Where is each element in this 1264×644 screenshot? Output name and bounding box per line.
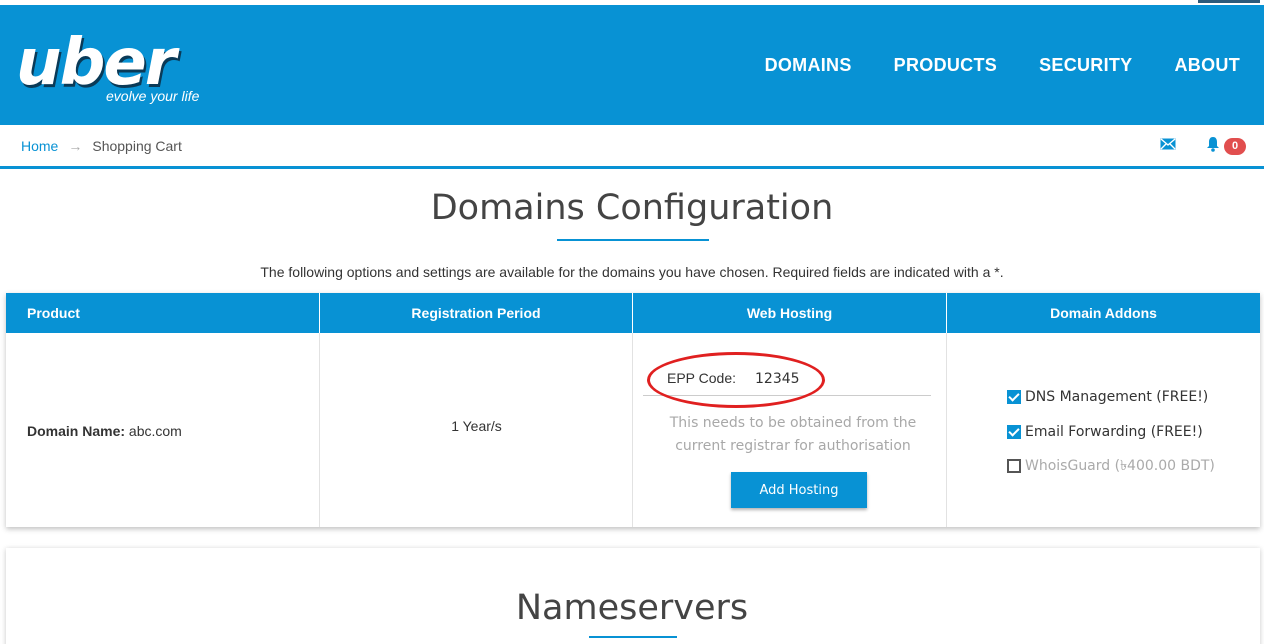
intro-text: The following options and settings are a… [260, 264, 1004, 280]
header-domain-addons: Domain Addons [1050, 305, 1157, 321]
breadcrumb-separator: → [68, 138, 83, 154]
header-web-hosting: Web Hosting [633, 293, 947, 333]
domain-name-value: abc.com [128, 423, 182, 439]
breadcrumb-bar: Home → Shopping Cart 0 [0, 125, 1264, 169]
nav-about[interactable]: ABOUT [1175, 55, 1241, 76]
domain-config-table: Product Registration Period Web Hosting … [6, 293, 1260, 527]
breadcrumb: Home → Shopping Cart [21, 138, 182, 154]
addon-label: DNS Management (FREE!) [1025, 389, 1209, 405]
checkbox-checked[interactable] [1007, 390, 1021, 404]
addon-dns-management[interactable]: DNS Management (FREE!) [1007, 389, 1208, 405]
breadcrumb-current: Shopping Cart [92, 138, 182, 154]
red-highlight-circle [647, 352, 825, 408]
envelope-icon[interactable] [1160, 138, 1176, 150]
checkbox-unchecked[interactable] [1007, 459, 1021, 473]
bell-icon [1207, 137, 1219, 152]
domain-name: Domain Name: abc.com [27, 423, 182, 439]
epp-help-text: This needs to be obtained from the curre… [669, 415, 917, 454]
main-nav: DOMAINS PRODUCTS SECURITY ABOUT [765, 55, 1240, 76]
addon-label: Email Forwarding (FREE!) [1025, 424, 1203, 440]
nav-products[interactable]: PRODUCTS [894, 55, 997, 76]
page-title: Domains Configuration [430, 188, 834, 228]
addon-email-forwarding[interactable]: Email Forwarding (FREE!) [1007, 424, 1203, 440]
header-product: Product [6, 293, 320, 333]
table-row: Domain Name: abc.com 1 Year/s EPP Code: … [6, 333, 1260, 527]
top-strip-mark [1198, 0, 1260, 3]
cell-registration-period: 1 Year/s [320, 333, 633, 527]
add-hosting-button[interactable]: Add Hosting [731, 472, 867, 508]
breadcrumb-home[interactable]: Home [21, 138, 58, 154]
logo-tagline: evolve your life [106, 88, 200, 104]
registration-period: 1 Year/s [451, 418, 502, 434]
nameservers-title: Nameservers [515, 588, 749, 628]
cell-domain-addons: DNS Management (FREE!) Email Forwarding … [947, 333, 1260, 527]
nameservers-underline [589, 636, 677, 638]
checkbox-checked[interactable] [1007, 425, 1021, 439]
addon-whoisguard[interactable]: WhoisGuard (৳400.00 BDT) [1007, 454, 1215, 478]
title-underline [557, 239, 709, 241]
notification-count-badge: 0 [1224, 138, 1246, 155]
uber-logo[interactable]: uber evolve your life [16, 31, 216, 109]
epp-code-field: EPP Code: [643, 352, 931, 408]
nav-domains[interactable]: DOMAINS [765, 55, 852, 76]
cell-web-hosting: EPP Code: This needs to be obtained from… [633, 333, 947, 527]
notifications[interactable]: 0 [1206, 136, 1246, 156]
table-header: Product Registration Period Web Hosting … [6, 293, 1260, 333]
addon-label: WhoisGuard (৳400.00 BDT) [1025, 458, 1215, 474]
nav-security[interactable]: SECURITY [1039, 55, 1132, 76]
site-header: uber evolve your life DOMAINS PRODUCTS S… [0, 5, 1264, 125]
header-registration-period: Registration Period [320, 293, 633, 333]
logo-wordmark: uber [16, 26, 176, 100]
domain-name-label: Domain Name: [27, 423, 126, 439]
cell-product: Domain Name: abc.com [6, 333, 320, 527]
